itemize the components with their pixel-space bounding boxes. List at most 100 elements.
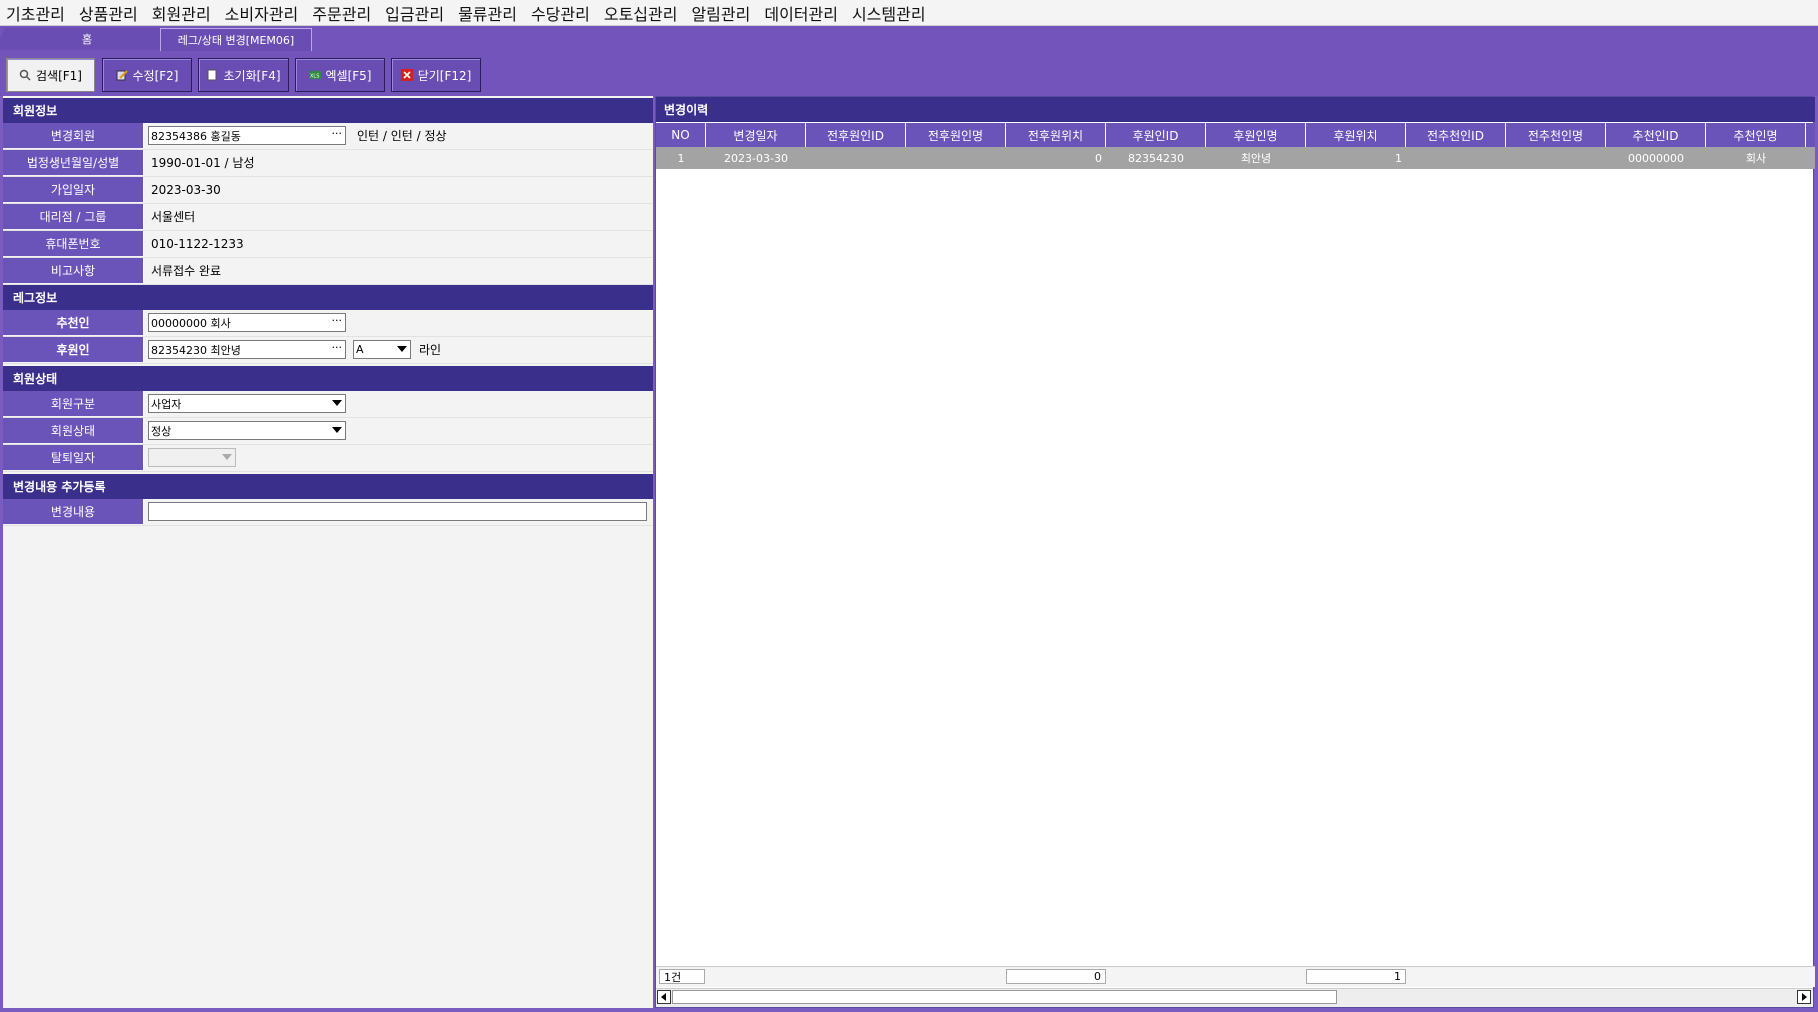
sponsor-label: 후원인 [3,337,144,362]
recommender-input[interactable]: 00000000 회사 ··· [148,313,346,332]
change-member-label: 변경회원 [3,123,144,148]
menu-item[interactable]: 시스템관리 [846,1,934,25]
change-member-row: 변경회원 82354386 홍길동 ··· 인턴 / 인턴 / 정상 [3,123,653,150]
member-info-header: 회원정보 [3,98,653,123]
cell-sponsor-name: 최안녕 [1240,152,1272,165]
search-button[interactable]: 검색[F1] [6,58,95,92]
left-panel: 회원정보 변경회원 82354386 홍길동 ··· 인턴 / 인턴 / 정상 … [3,96,653,1008]
recommender-value: 00000000 회사 [151,316,231,330]
grid-footer: 1건 0 1 [656,966,1815,987]
change-content-input[interactable] [148,502,647,521]
line-value: A [356,343,364,356]
withdraw-label: 탈퇴일자 [3,445,144,470]
menu-item[interactable]: 회원관리 [146,1,219,25]
recommender-label: 추천인 [3,310,144,335]
change-member-input[interactable]: 82354386 홍길동 ··· [148,126,346,145]
tab-home-label: 홈 [82,33,93,46]
withdraw-date-picker[interactable] [148,448,236,467]
column-header[interactable]: NO [656,123,706,147]
join-value: 2023-03-30 [151,182,221,197]
chevron-down-icon [332,427,342,433]
cell-recommender-name: 회사 [1745,152,1767,165]
horizontal-scrollbar[interactable] [656,988,1813,1007]
reset-button[interactable]: 초기화[F4] [198,58,289,92]
chevron-down-icon [332,400,342,406]
line-label: 라인 [419,343,442,357]
chevron-down-icon [397,346,407,352]
tab-active-label: 레그/상태 변경[MEM06] [177,34,295,47]
birth-value: 1990-01-01 / 남성 [151,156,255,170]
sponsor-row: 후원인 82354230 최안녕 ··· A 라인 [3,337,653,364]
cell-recommender-id: 00000000 [1628,151,1684,165]
column-header[interactable]: 후원인ID [1106,123,1206,147]
chevron-down-icon [222,454,232,460]
excel-button[interactable]: XLS 엑셀[F5] [295,58,385,92]
phone-label: 휴대폰번호 [3,231,144,256]
column-header[interactable]: 추천인명 [1706,123,1806,147]
sponsor-input[interactable]: 82354230 최안녕 ··· [148,340,346,359]
recommender-row: 추천인 00000000 회사 ··· [3,310,653,337]
column-header[interactable]: 추천인ID [1606,123,1706,147]
cell-sponsor-pos: 1 [1395,151,1402,165]
member-status-select[interactable]: 정상 [148,421,346,440]
cell-prev-sponsor-name [906,147,1006,169]
cell-change-date: 2023-03-30 [724,151,788,165]
column-header[interactable]: 전추천인ID [1406,123,1506,147]
column-header[interactable]: 변경일자 [706,123,806,147]
menu-item[interactable]: 데이터관리 [758,1,846,25]
search-icon [19,69,31,81]
menu-item[interactable]: 기초관리 [0,1,73,25]
column-header[interactable]: 전후원인명 [906,123,1006,147]
close-button[interactable]: 닫기[F12] [391,58,481,92]
cell-no: 1 [677,151,685,165]
lookup-button[interactable]: ··· [332,341,343,354]
column-header[interactable]: 후원인명 [1206,123,1306,147]
member-status-value: 정상 [151,424,172,438]
tab-home[interactable]: 홈 [0,28,182,50]
column-header[interactable]: 전후원인ID [806,123,906,147]
edit-button-label: 수정[F2] [132,68,179,83]
row-count: 1건 [659,969,705,984]
scroll-left-button[interactable] [657,990,671,1004]
menu-bar: 기초관리 상품관리 회원관리 소비자관리 주문관리 입금관리 물류관리 수당관리… [0,0,1818,26]
change-member-status: 인턴 / 인턴 / 정상 [357,129,447,143]
scrollbar-thumb[interactable] [672,990,1337,1004]
menu-item[interactable]: 오토십관리 [598,1,686,25]
note-value: 서류접수 완료 [151,264,222,278]
history-panel: 변경이력 NO 변경일자 전후원인ID 전후원인명 전후원위치 후원인ID 후원… [655,96,1815,1008]
column-header[interactable]: 후원위치 [1306,123,1406,147]
menu-item[interactable]: 상품관리 [73,1,146,25]
leg-info-header: 레그정보 [3,285,653,310]
excel-button-label: 엑셀[F5] [325,68,372,83]
document-icon [207,69,217,81]
column-header[interactable]: 전후원위치 [1006,123,1106,147]
cell-prev-sponsor-pos: 0 [1095,151,1102,165]
cell-prev-recommender-id [1406,147,1506,169]
scroll-right-button[interactable] [1797,990,1811,1004]
edit-button[interactable]: 수정[F2] [102,58,192,92]
tab-leg-status-change[interactable]: 레그/상태 변경[MEM06] [160,28,312,51]
table-row[interactable]: 1 2023-03-30 0 82354230 최안녕 1 00000000 회… [656,147,1815,169]
menu-item[interactable]: 입금관리 [379,1,452,25]
menu-item[interactable]: 수당관리 [525,1,598,25]
member-status-header: 회원상태 [3,366,653,391]
menu-item[interactable]: 소비자관리 [219,1,307,25]
excel-icon: XLS [308,71,321,80]
line-select[interactable]: A [353,340,411,359]
phone-row: 휴대폰번호 010-1122-1233 [3,231,653,258]
lookup-button[interactable]: ··· [332,127,343,140]
menu-item[interactable]: 물류관리 [452,1,525,25]
menu-item[interactable]: 알림관리 [685,1,758,25]
member-status-row: 회원상태 정상 [3,418,653,445]
menu-item[interactable]: 주문관리 [306,1,379,25]
birth-label: 법정생년월일/성별 [3,150,144,175]
sponsor-value: 82354230 최안녕 [151,343,241,357]
birth-row: 법정생년월일/성별 1990-01-01 / 남성 [3,150,653,177]
column-header[interactable]: 전추천인명 [1506,123,1606,147]
member-type-select[interactable]: 사업자 [148,394,346,413]
phone-value: 010-1122-1233 [151,236,244,251]
member-status-label: 회원상태 [3,418,144,443]
sum-prev-sponsor-pos: 0 [1006,969,1106,984]
lookup-button[interactable]: ··· [332,314,343,327]
member-type-row: 회원구분 사업자 [3,391,653,418]
